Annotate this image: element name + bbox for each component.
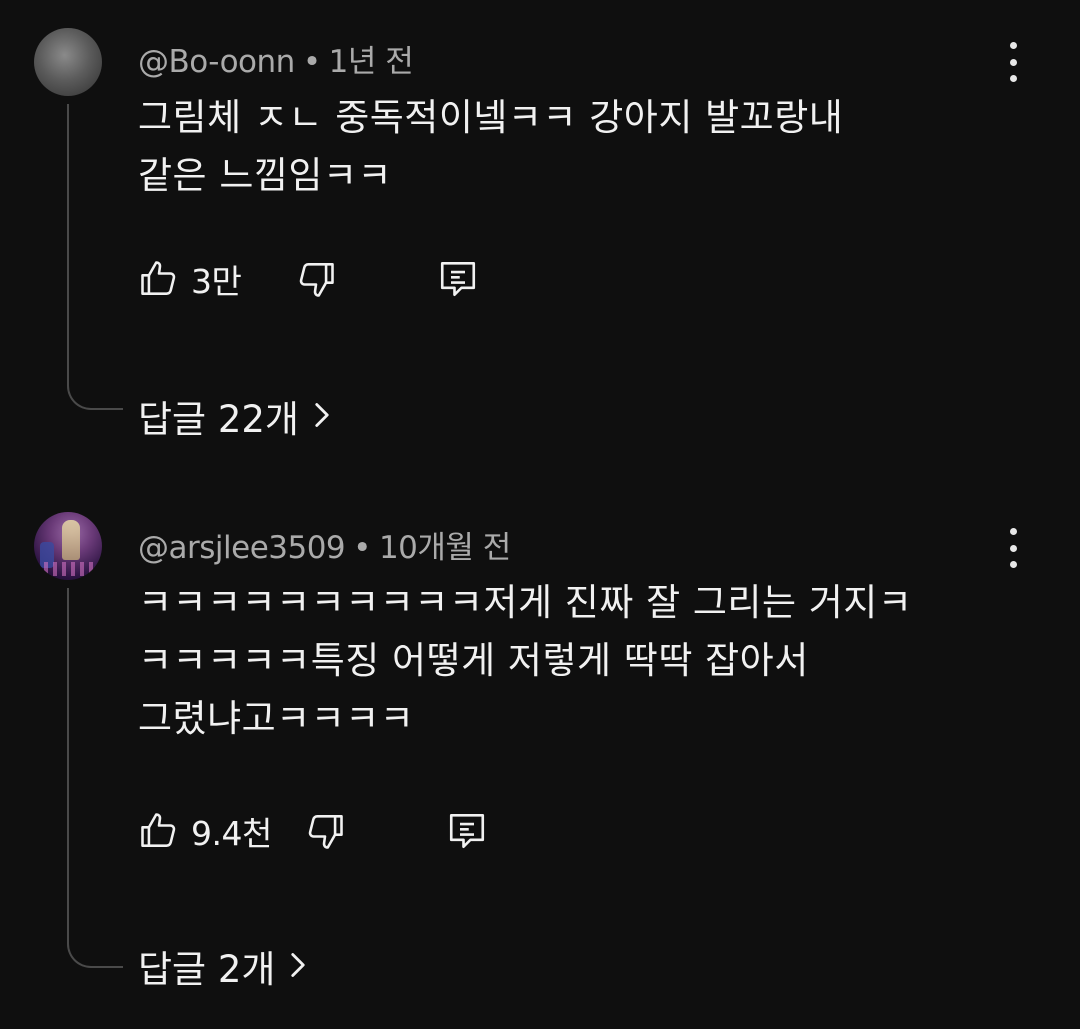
comment-text: 그림체 ㅈㄴ 중독적이넼ㅋㅋ 강아지 발꼬랑내 같은 느낌임ㅋㅋ — [138, 89, 843, 205]
author-name[interactable]: @Bo-oonn — [138, 44, 295, 80]
more-vert-icon[interactable] — [1000, 528, 1026, 568]
comment-header: @Bo-oonn • 1년 전 — [138, 36, 414, 81]
comment-actions: 9.4천 — [0, 806, 1080, 856]
comment-line: 같은 느낌임ㅋㅋ — [138, 154, 393, 197]
like-count: 9.4천 — [191, 814, 272, 853]
avatar[interactable] — [34, 512, 102, 580]
dislike-icon — [294, 257, 338, 301]
timestamp: 1년 전 — [328, 44, 414, 80]
chevron-right-icon — [289, 945, 307, 988]
reply-icon — [437, 257, 479, 301]
chevron-right-icon — [313, 395, 331, 438]
dislike-button[interactable] — [294, 254, 338, 304]
comment-line: 그림체 ㅈㄴ 중독적이넼ㅋㅋ 강아지 발꼬랑내 — [138, 96, 844, 139]
comment-line: ㅋㅋㅋㅋㅋ특징 어떻게 저렇게 딱딱 잡아서 — [138, 639, 809, 682]
view-replies-button[interactable]: 답글 22개 — [138, 388, 331, 444]
comment-text: ㅋㅋㅋㅋㅋㅋㅋㅋㅋㅋ저게 진짜 잘 그리는 거지ㅋ ㅋㅋㅋㅋㅋ특징 어떻게 저렇… — [138, 574, 912, 748]
comment-header: @arsjlee3509 • 10개월 전 — [138, 522, 511, 567]
reply-icon — [446, 809, 488, 853]
avatar[interactable] — [34, 28, 102, 96]
replies-label: 답글 2개 — [138, 948, 276, 991]
comment-actions: 3만 — [0, 254, 1080, 304]
like-button[interactable]: 3만 — [137, 254, 242, 304]
more-vert-icon[interactable] — [1000, 42, 1026, 82]
view-replies-button[interactable]: 답글 2개 — [138, 938, 307, 994]
comment-line: ㅋㅋㅋㅋㅋㅋㅋㅋㅋㅋ저게 진짜 잘 그리는 거지ㅋ — [138, 581, 913, 624]
dislike-button[interactable] — [303, 806, 347, 856]
comment-1: @Bo-oonn • 1년 전 그림체 ㅈㄴ 중독적이넼ㅋㅋ 강아지 발꼬랑내 같은… — [0, 0, 1080, 460]
reply-button[interactable] — [437, 254, 479, 304]
like-count: 3만 — [191, 262, 242, 301]
timestamp: 10개월 전 — [378, 530, 511, 566]
dislike-icon — [303, 809, 347, 853]
separator-dot: • — [302, 44, 321, 80]
comment-2: @arsjlee3509 • 10개월 전 ㅋㅋㅋㅋㅋㅋㅋㅋㅋㅋ저게 진짜 잘 그리… — [0, 460, 1080, 1029]
separator-dot: • — [353, 530, 371, 566]
like-icon — [137, 809, 181, 853]
author-name[interactable]: @arsjlee3509 — [138, 530, 346, 566]
like-button[interactable]: 9.4천 — [137, 806, 272, 856]
like-icon — [137, 257, 181, 301]
comment-line: 그렸냐고ㅋㅋㅋㅋ — [138, 697, 415, 740]
replies-label: 답글 22개 — [138, 398, 299, 441]
thread-connector — [67, 588, 123, 968]
reply-button[interactable] — [446, 806, 488, 856]
